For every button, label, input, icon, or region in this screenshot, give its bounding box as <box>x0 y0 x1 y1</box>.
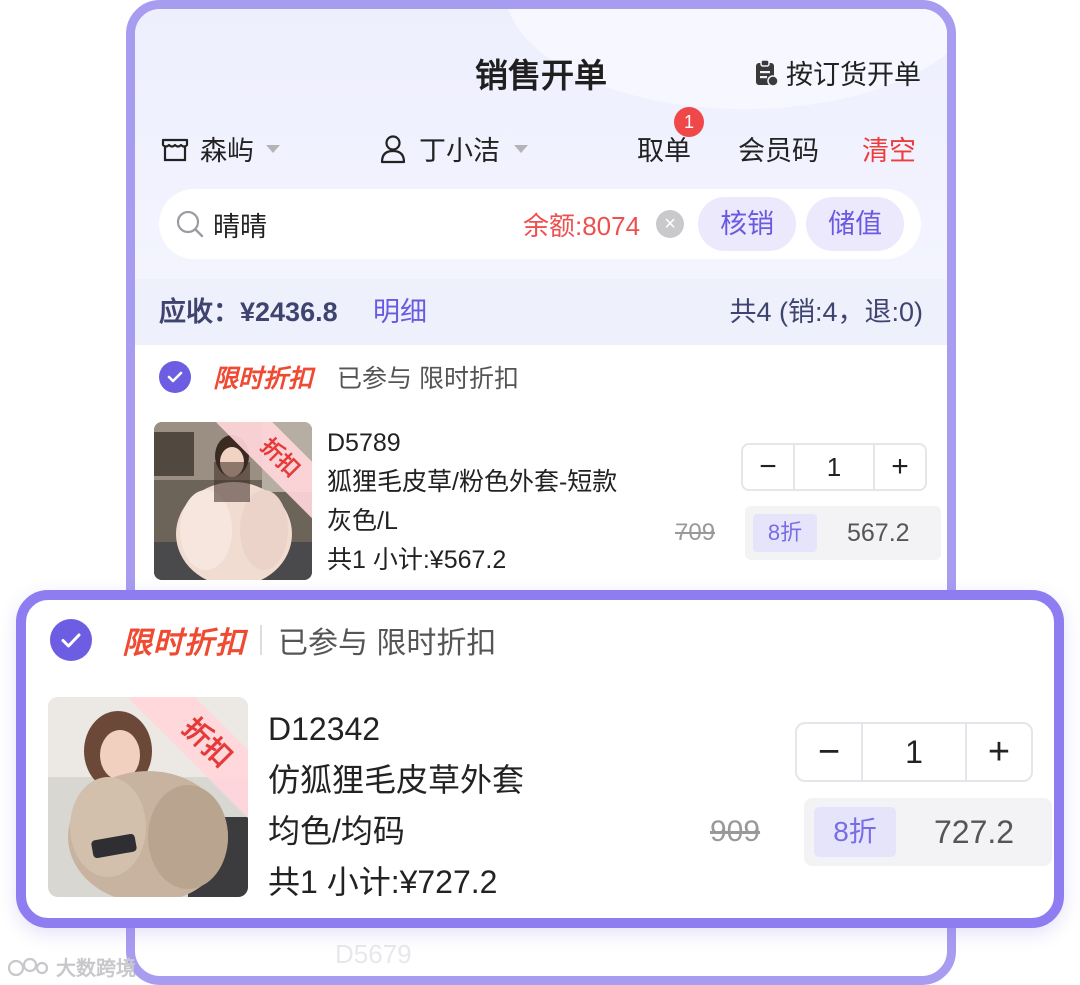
original-price: 709 <box>675 519 716 546</box>
promo-tag: 限时折扣 <box>122 627 246 660</box>
price-box[interactable]: 8折 567.2 <box>745 506 941 560</box>
detail-link[interactable]: 明细 <box>373 279 427 345</box>
order-by-booking-label: 按订货开单 <box>786 60 921 90</box>
product-info: D12342 仿狐狸毛皮草外套 均色/均码 共1 小计:¥727.2 <box>268 704 524 908</box>
search-input[interactable]: 晴晴 <box>213 205 523 244</box>
product-subtotal: 共1 小计:¥727.2 <box>268 864 498 900</box>
product-info: D5789 狐狸毛皮草/粉色外套-短款 灰色/L 共1 小计:¥567.2 <box>327 424 617 580</box>
clear-button[interactable]: 清空 <box>862 129 916 168</box>
cart-item: 折扣 D5789 狐狸毛皮草/粉色外套-短款 灰色/L 共1 小计:¥567.2… <box>135 414 947 594</box>
watermark: 大数跨境 <box>8 952 136 981</box>
product-name: 狐狸毛皮草/粉色外套-短款 <box>327 468 618 496</box>
filter-row: 森屿 丁小洁 取单 1 会员码 清空 <box>135 107 947 173</box>
member-code-button[interactable]: 会员码 <box>738 129 819 168</box>
checkbox-checked-icon[interactable] <box>159 361 191 393</box>
decrease-button[interactable]: − <box>743 445 793 489</box>
item-counts: 共4 (销:4，退:0) <box>729 297 923 327</box>
original-price: 909 <box>710 815 761 848</box>
chevron-down-icon <box>514 144 528 153</box>
product-image: 折扣 <box>154 422 312 580</box>
clipboard-icon <box>756 58 778 87</box>
store-selector[interactable]: 森屿 <box>160 129 280 168</box>
final-price: 567.2 <box>847 518 910 547</box>
product-sku: D5789 <box>327 429 401 457</box>
quantity-stepper: − 1 + <box>795 722 1033 782</box>
increase-button[interactable]: + <box>875 445 925 489</box>
quantity-stepper: − 1 + <box>741 443 927 491</box>
decrease-button[interactable]: − <box>797 724 861 780</box>
product-name: 仿狐狸毛皮草外套 <box>268 762 525 798</box>
store-icon <box>161 138 189 161</box>
watermark-logo-icon <box>8 957 49 976</box>
checkbox-checked-icon[interactable] <box>50 619 92 661</box>
product-variant: 灰色/L <box>327 507 398 535</box>
promo-joined-text: 已参与 限时折扣 <box>337 365 519 393</box>
discount-label: 8折 <box>814 807 896 857</box>
product-sku: D12342 <box>268 711 381 747</box>
final-price: 727.2 <box>934 813 1015 850</box>
staff-selector[interactable]: 丁小洁 <box>379 129 528 168</box>
pending-orders-badge: 1 <box>674 107 704 137</box>
user-icon <box>380 134 406 163</box>
price-block: 709 8折 567.2 <box>675 506 941 560</box>
product-subtotal: 共1 小计:¥567.2 <box>327 546 507 574</box>
next-item-sku: D5679 <box>335 939 412 969</box>
watermark-text: 大数跨境 <box>56 958 136 980</box>
chevron-down-icon <box>266 144 280 153</box>
promo-row: 限时折扣 已参与 限时折扣 <box>159 359 519 395</box>
quantity-value[interactable]: 1 <box>861 724 967 780</box>
staff-name: 丁小洁 <box>419 136 500 166</box>
promo-tag: 限时折扣 <box>213 365 314 393</box>
header-background: 销售开单 按订货开单 森屿 丁小洁 取单 1 会员码 清空 晴晴 余额:8074… <box>135 9 947 279</box>
highlighted-cart-item: 限时折扣 已参与 限时折扣 折扣 D12342 仿狐狸毛皮草外套 均色/均码 共… <box>16 590 1064 928</box>
product-image: 折扣 <box>48 697 248 897</box>
store-name: 森屿 <box>200 136 254 166</box>
clear-search-icon[interactable]: × <box>656 210 685 238</box>
promo-joined-text: 已参与 限时折扣 <box>278 627 497 660</box>
price-box[interactable]: 8折 727.2 <box>804 798 1052 866</box>
order-by-booking-button[interactable]: 按订货开单 <box>754 53 921 92</box>
verify-button[interactable]: 核销 <box>698 197 797 251</box>
product-variant: 均色/均码 <box>268 813 405 849</box>
promo-row: 限时折扣 已参与 限时折扣 <box>50 618 496 662</box>
recharge-button[interactable]: 储值 <box>806 197 905 251</box>
amount-due: 应收：¥2436.8 <box>159 297 338 327</box>
price-block: 909 8折 727.2 <box>710 798 1052 866</box>
increase-button[interactable]: + <box>967 724 1031 780</box>
member-search-bar: 晴晴 余额:8074 × 核销 储值 <box>159 189 921 259</box>
discount-label: 8折 <box>753 514 817 552</box>
search-icon <box>176 210 204 238</box>
order-summary-bar: 应收：¥2436.8 明细 共4 (销:4，退:0) <box>135 279 947 345</box>
member-balance: 余额:8074 <box>523 210 641 241</box>
divider <box>260 625 262 655</box>
quantity-value[interactable]: 1 <box>793 445 875 489</box>
